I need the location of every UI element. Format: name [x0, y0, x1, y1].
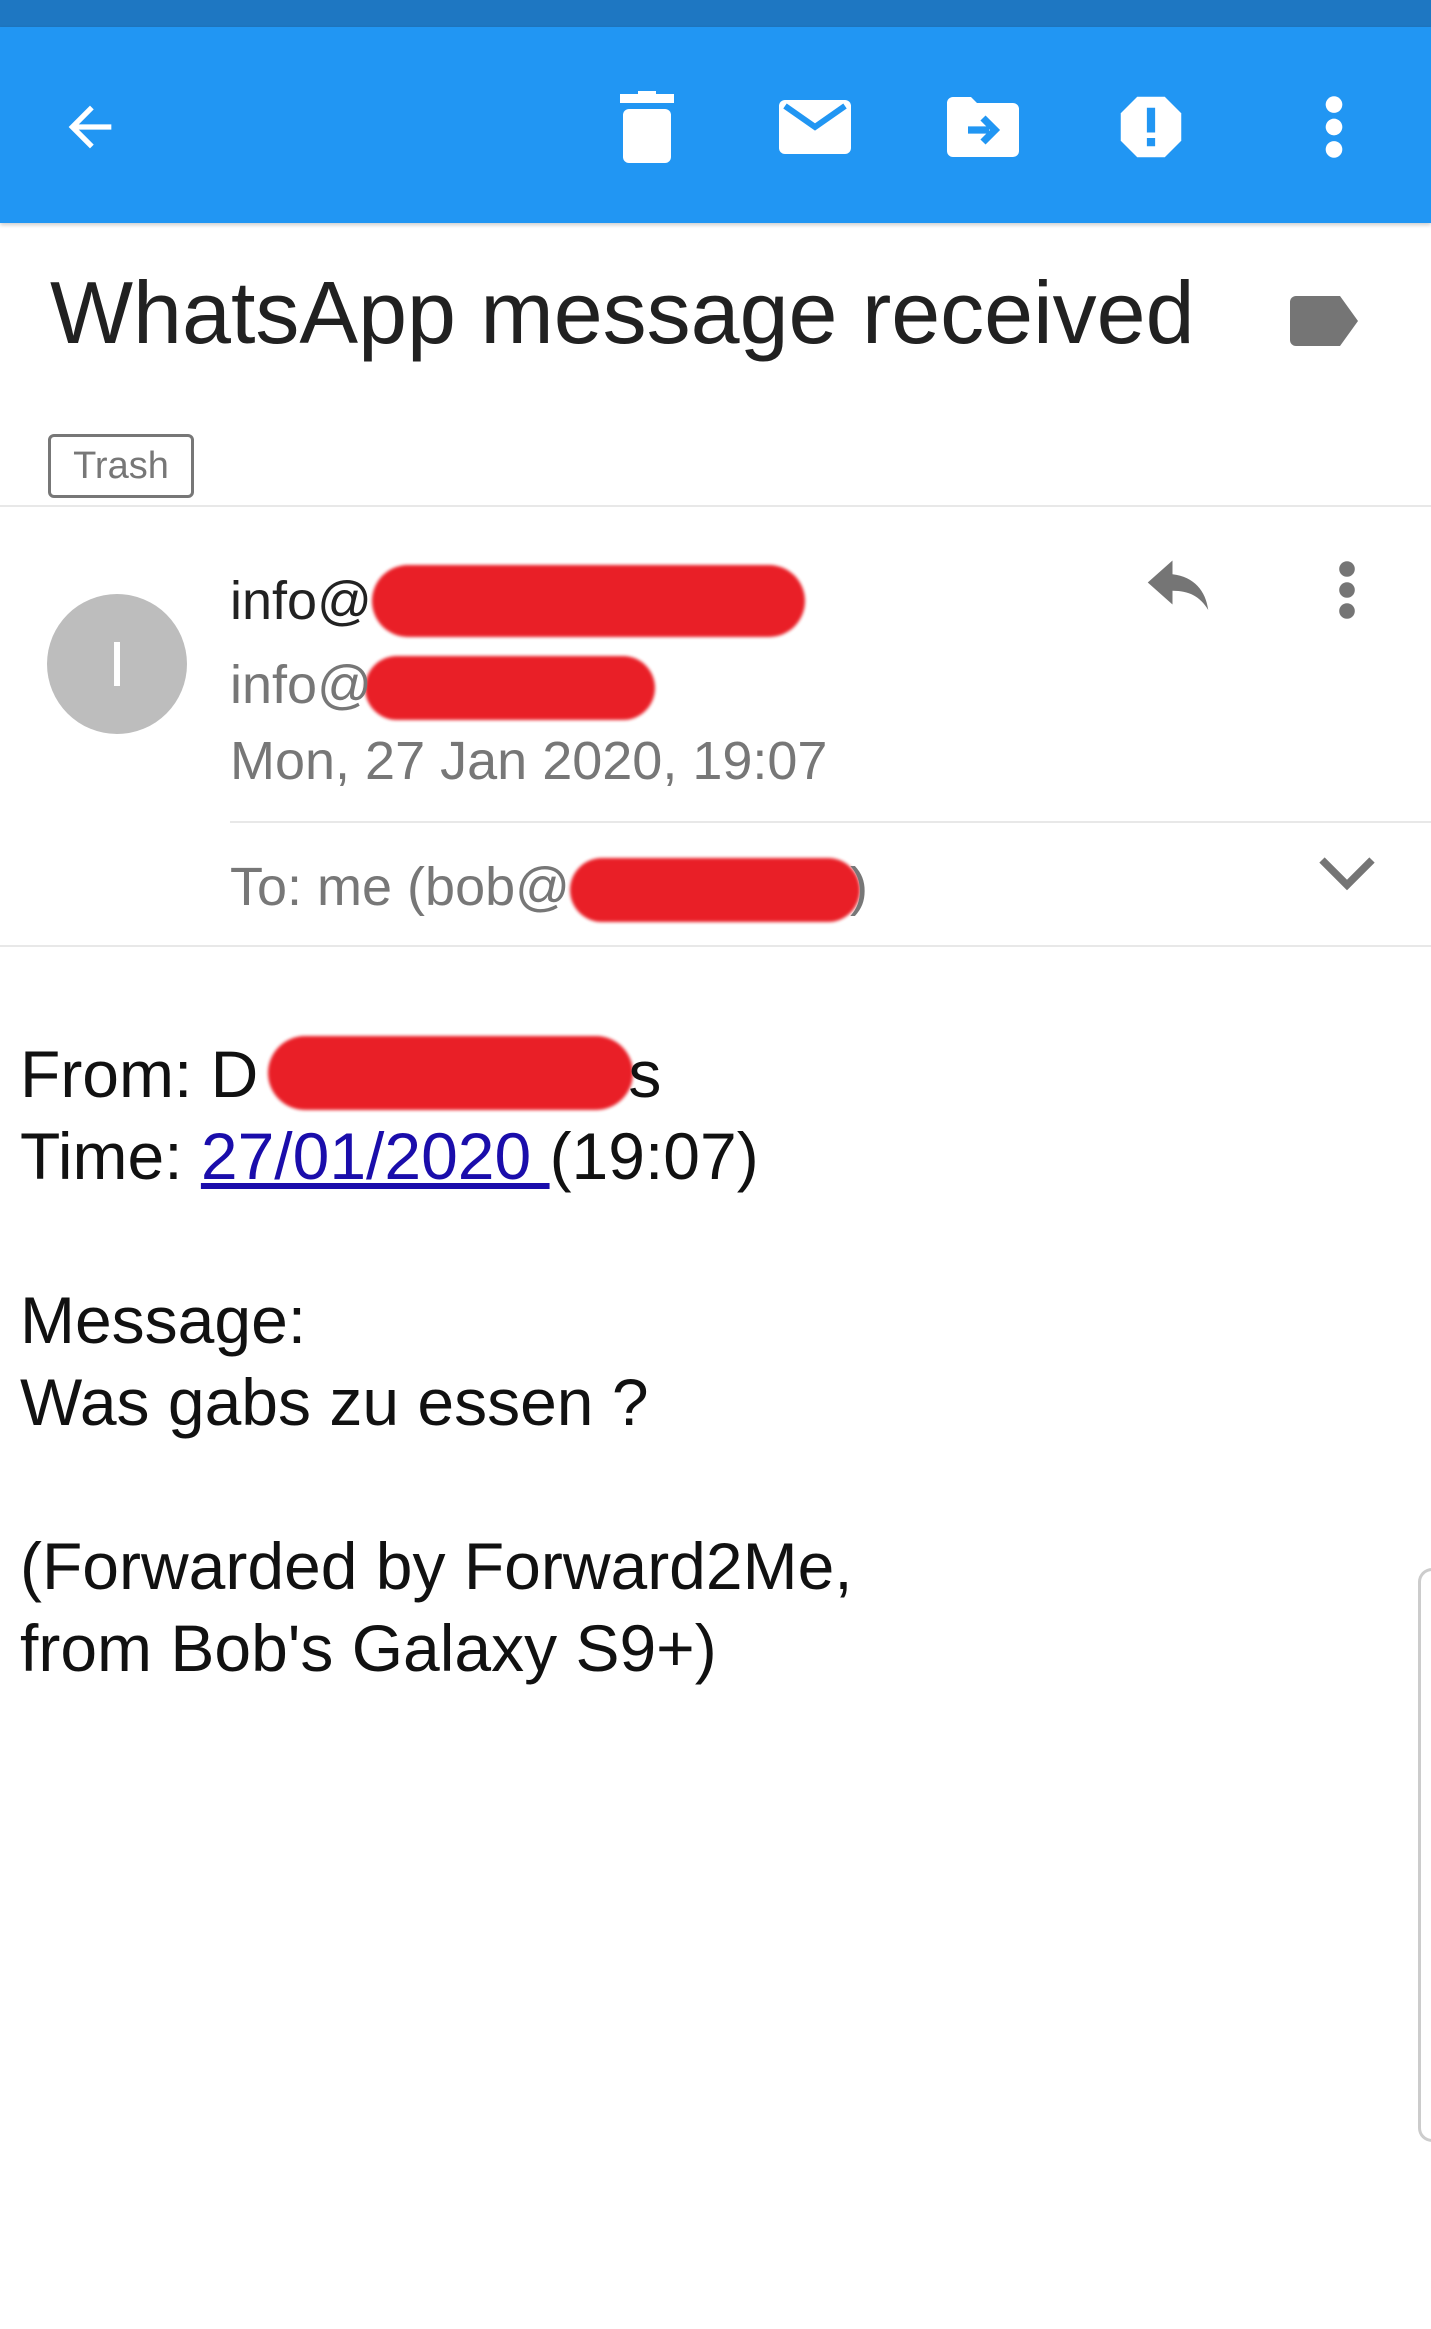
arrow-back-icon[interactable]	[50, 87, 130, 167]
footer-line-2: from Bob's Galaxy S9+)	[20, 1611, 717, 1685]
avatar: I	[47, 594, 187, 734]
folder-chip-trash[interactable]: Trash	[48, 434, 194, 498]
status-bar	[0, 0, 1431, 27]
recipient-suffix: )	[849, 857, 868, 917]
delete-icon[interactable]	[607, 87, 687, 167]
divider	[0, 505, 1431, 507]
sender-name: info@	[230, 570, 372, 632]
redaction	[365, 656, 655, 720]
more-vert-icon[interactable]	[1337, 560, 1357, 625]
message-label: Message:	[20, 1283, 307, 1357]
recipient-line[interactable]: To: me (bob@)	[230, 856, 868, 918]
reply-icon[interactable]	[1145, 560, 1211, 621]
more-vert-icon[interactable]	[1294, 87, 1374, 167]
mark-unread-icon[interactable]	[775, 87, 855, 167]
time-label: Time:	[20, 1119, 201, 1193]
email-date: Mon, 27 Jan 2020, 19:07	[230, 731, 828, 791]
footer-line-1: (Forwarded by Forward2Me,	[20, 1529, 853, 1603]
sender-name-text: info@	[230, 571, 372, 631]
recipient-prefix: To: me (bob@	[230, 857, 570, 917]
redaction	[372, 565, 805, 637]
from-suffix: s	[628, 1037, 662, 1111]
message-text: Was gabs zu essen ?	[20, 1365, 649, 1439]
email-subject: WhatsApp message received	[50, 263, 1195, 362]
from-label: From: D	[20, 1037, 259, 1111]
date-link[interactable]: 27/01/2020	[201, 1119, 550, 1193]
report-spam-icon[interactable]	[1111, 87, 1191, 167]
body-from: From: D s	[20, 1036, 661, 1112]
sender-email: info@	[230, 654, 372, 716]
chevron-down-icon[interactable]	[1316, 855, 1378, 900]
sender-email-text: info@	[230, 655, 372, 715]
label-icon[interactable]	[1290, 296, 1358, 351]
divider	[230, 821, 1431, 823]
move-to-folder-icon[interactable]	[943, 87, 1023, 167]
body-time: Time: 27/01/2020 (19:07)	[20, 1118, 759, 1194]
scrollbar[interactable]	[1418, 1568, 1431, 2142]
divider	[0, 945, 1431, 947]
toolbar	[0, 27, 1431, 223]
time-suffix: (19:07)	[549, 1119, 759, 1193]
